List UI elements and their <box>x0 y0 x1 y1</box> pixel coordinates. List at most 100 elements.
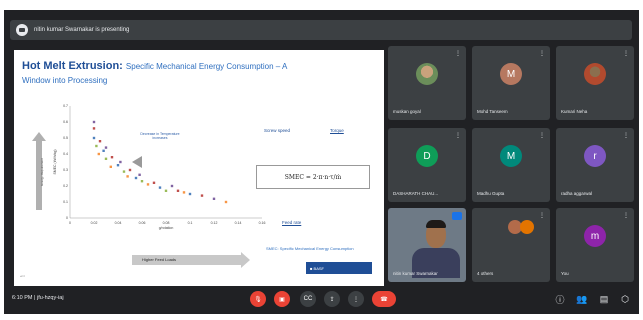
y-tick-label: 0.3 <box>63 168 68 172</box>
participant-name: muskan goyal <box>393 109 421 114</box>
data-point <box>182 191 186 194</box>
data-point <box>170 184 174 188</box>
y-tick-label: 0.1 <box>63 200 68 204</box>
screen: nitin kumar Swarnakar is presenting Hot … <box>0 0 643 320</box>
feed-rate-label: Feed rate <box>282 220 302 225</box>
data-point <box>152 181 156 184</box>
captions-button[interactable]: CC <box>300 291 316 307</box>
info-button[interactable]: ⓘ <box>554 293 566 305</box>
participant-tile[interactable]: M ⋮ Madhu Gupta <box>472 128 550 202</box>
participant-tile[interactable]: ⋮ 4 others <box>472 208 550 282</box>
slide-nav-icons[interactable]: ◂ ⊡ <box>20 274 25 278</box>
slide-title: Hot Melt Extrusion: Specific Mechanical … <box>22 60 287 72</box>
data-point <box>110 156 114 159</box>
data-point <box>138 173 141 176</box>
participant-name: You <box>561 271 569 276</box>
present-button[interactable]: ⇪ <box>324 291 340 307</box>
meet-window: nitin kumar Swarnakar is presenting Hot … <box>4 10 639 314</box>
avatar: r <box>584 145 606 168</box>
more-vert-icon: ⋮ <box>353 296 359 303</box>
tile-options-icon[interactable]: ⋮ <box>539 132 545 139</box>
participant-name: Kumari Neha <box>561 109 588 114</box>
screw-speed-label: Screw speed <box>264 128 291 133</box>
avatar: M <box>500 63 522 86</box>
activities-button[interactable]: ⬡ <box>619 293 631 305</box>
meeting-time-code: 6:10 PM | jfu-hzqy-iaj <box>12 295 64 301</box>
participant-name: Madhu Gupta <box>477 191 505 196</box>
camera-off-button[interactable]: ▣ <box>274 291 290 307</box>
presenting-badge-icon <box>452 212 462 220</box>
tile-options-icon[interactable]: ⋮ <box>455 50 461 57</box>
mic-off-button[interactable]: 🎙 <box>250 291 266 307</box>
info-icon: ⓘ <box>555 294 565 305</box>
data-point <box>92 120 96 124</box>
data-point <box>188 192 192 196</box>
end-call-button[interactable]: ☎ <box>372 291 396 307</box>
data-point <box>109 165 112 168</box>
mic-off-icon: 🎙 <box>254 296 262 303</box>
data-point <box>104 157 108 160</box>
tile-options-icon[interactable]: ⋮ <box>455 132 461 139</box>
feed-load-label: Higher Feed Loads <box>142 257 177 262</box>
data-point <box>102 149 105 152</box>
participant-tile[interactable]: ⋮ muskan goyal <box>388 46 466 120</box>
x-tick-label: 0.02 <box>91 221 98 225</box>
data-point <box>158 186 162 189</box>
tile-options-icon[interactable]: ⋮ <box>539 50 545 57</box>
data-point <box>95 144 98 148</box>
presenter-avatar-icon <box>16 24 28 36</box>
participant-name: DASHARATH CHAU... <box>393 191 439 196</box>
data-point <box>104 146 108 149</box>
x-tick-label: 0.08 <box>163 221 170 225</box>
tile-options-icon[interactable]: ⋮ <box>623 132 629 139</box>
participant-name: radha aggarwal <box>561 191 593 196</box>
captions-icon: CC <box>303 296 313 302</box>
data-point <box>224 200 228 204</box>
tile-options-icon[interactable]: ⋮ <box>539 212 545 219</box>
presenting-banner: nitin kumar Swarnakar is presenting <box>10 20 632 40</box>
tile-options-icon[interactable]: ⋮ <box>623 50 629 57</box>
data-point <box>116 164 120 167</box>
activities-icon: ⬡ <box>621 293 629 304</box>
participant-tile[interactable]: nitin kumar Swarnakar <box>388 208 466 282</box>
avatar: D <box>416 145 438 168</box>
shared-slide: Hot Melt Extrusion: Specific Mechanical … <box>14 50 384 286</box>
participant-tile[interactable]: D ⋮ DASHARATH CHAU... <box>388 128 466 202</box>
smec-formula: SMEC = 2·π·n·τ/ṁ <box>256 165 370 189</box>
more-options-button[interactable]: ⋮ <box>348 291 364 307</box>
present-icon: ⇪ <box>329 296 335 303</box>
data-point <box>97 152 100 156</box>
x-tick-label: 0.14 <box>235 221 242 225</box>
x-tick-label: 0.16 <box>259 221 266 225</box>
y-tick-label: 0 <box>66 216 68 220</box>
x-tick-label: 0.1 <box>188 221 193 225</box>
data-point <box>200 194 204 197</box>
avatar: m <box>584 225 606 248</box>
data-point <box>92 136 96 140</box>
y-tick-label: 0.5 <box>63 136 68 140</box>
data-point <box>146 183 150 186</box>
end-call-icon: ☎ <box>380 296 388 303</box>
tile-options-icon[interactable]: ⋮ <box>623 212 629 219</box>
brand-logo: ■ BASF <box>306 262 372 274</box>
participant-name: 4 others <box>477 271 494 276</box>
x-axis-label: g/rotation <box>159 226 174 230</box>
torque-label: Torque <box>330 128 344 133</box>
data-point <box>140 180 144 183</box>
slide-footer-note: SMEC: Specific Mechanical Energy Consump… <box>266 246 354 251</box>
data-point <box>128 168 132 172</box>
participant-tile[interactable]: ⋮ Kumari Neha <box>556 46 634 120</box>
people-button[interactable]: 👥 <box>576 293 588 305</box>
participant-tile[interactable]: r ⋮ radha aggarwal <box>556 128 634 202</box>
slide-title-rest: Specific Mechanical Energy Consumption –… <box>125 62 288 71</box>
participant-tile[interactable]: m ⋮ You <box>556 208 634 282</box>
presenting-text: nitin kumar Swarnakar is presenting <box>34 27 130 33</box>
slide-subtitle: Window into Processing <box>22 76 108 85</box>
chat-button[interactable]: ▤ <box>598 293 610 305</box>
participant-tile[interactable]: M ⋮ Mohd Tanseem <box>472 46 550 120</box>
x-tick-label: 0 <box>69 221 71 225</box>
y-tick-label: 0.4 <box>63 152 68 156</box>
chat-icon: ▤ <box>599 293 609 304</box>
data-point <box>126 175 129 178</box>
avatar <box>584 63 606 86</box>
